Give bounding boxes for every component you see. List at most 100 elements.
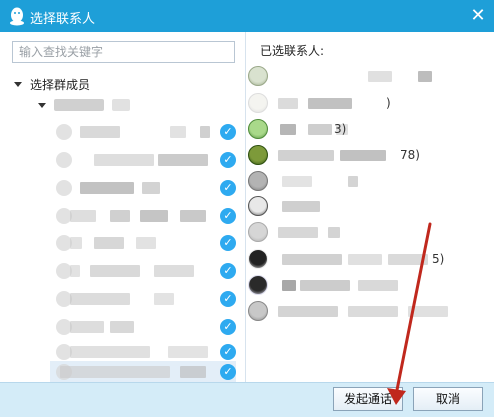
title-bar: 选择联系人 ✕ bbox=[0, 0, 494, 32]
member-name-blurred bbox=[94, 237, 124, 249]
contact-name-blurred bbox=[280, 124, 296, 135]
search-input[interactable] bbox=[12, 41, 235, 63]
close-icon[interactable]: ✕ bbox=[466, 4, 490, 28]
member-row[interactable]: ✓ bbox=[50, 205, 236, 227]
selected-contact[interactable]: 5) bbox=[248, 248, 468, 270]
cancel-button[interactable]: 取消 bbox=[413, 387, 483, 411]
contact-name-blurred bbox=[368, 71, 392, 82]
window-title: 选择联系人 bbox=[30, 12, 96, 27]
contact-avatar-icon bbox=[248, 171, 268, 191]
selected-contact[interactable] bbox=[248, 274, 468, 296]
member-name-blurred bbox=[200, 126, 210, 138]
contact-avatar-icon bbox=[248, 119, 268, 139]
group-label: 选择群成员 bbox=[30, 77, 91, 92]
avatar bbox=[56, 124, 72, 140]
member-row[interactable]: ✓ bbox=[50, 177, 236, 199]
member-row[interactable]: ✓ bbox=[50, 260, 236, 282]
contact-avatar-icon bbox=[248, 93, 268, 113]
contact-name-blurred bbox=[282, 254, 342, 265]
member-name-blurred bbox=[170, 126, 186, 138]
member-name-blurred bbox=[180, 210, 206, 222]
selected-contact[interactable]: 3) bbox=[248, 118, 468, 140]
checkmark-icon[interactable]: ✓ bbox=[220, 364, 236, 380]
contact-suffix: 5) bbox=[432, 252, 445, 266]
contact-name-blurred bbox=[282, 280, 296, 291]
selected-contact[interactable]: 78) bbox=[248, 144, 468, 166]
contact-name-blurred bbox=[328, 227, 340, 238]
contact-avatar-icon bbox=[248, 196, 268, 216]
sub-group-header[interactable] bbox=[38, 97, 130, 113]
member-name-blurred bbox=[60, 366, 170, 378]
selected-contact[interactable]: ) bbox=[248, 92, 468, 114]
member-name-blurred bbox=[70, 321, 104, 333]
member-name-blurred bbox=[140, 210, 168, 222]
member-row[interactable]: ✓ bbox=[50, 121, 236, 143]
member-name-blurred bbox=[70, 293, 130, 305]
contact-name-blurred bbox=[308, 124, 332, 135]
checkmark-icon[interactable]: ✓ bbox=[220, 344, 236, 360]
member-name-blurred bbox=[70, 346, 150, 358]
contact-avatar-icon bbox=[248, 249, 268, 269]
checkmark-icon[interactable]: ✓ bbox=[220, 152, 236, 168]
member-name-blurred bbox=[180, 366, 206, 378]
avatar bbox=[56, 180, 72, 196]
selected-contact[interactable] bbox=[248, 195, 468, 217]
checkmark-icon[interactable]: ✓ bbox=[220, 235, 236, 251]
start-call-button[interactable]: 发起通话 bbox=[333, 387, 403, 411]
contact-avatar-icon bbox=[248, 66, 268, 86]
contact-name-blurred bbox=[358, 280, 398, 291]
sub-group-name bbox=[54, 99, 104, 111]
triangle-down-icon[interactable] bbox=[14, 81, 22, 87]
member-name-blurred bbox=[168, 346, 208, 358]
member-name-blurred bbox=[154, 293, 174, 305]
qq-penguin-icon bbox=[10, 7, 24, 26]
member-row[interactable]: ✓ bbox=[50, 341, 236, 363]
avatar bbox=[56, 152, 72, 168]
member-name-blurred bbox=[142, 182, 160, 194]
contact-name-blurred bbox=[418, 71, 432, 82]
member-row[interactable]: ✓ bbox=[50, 316, 236, 338]
selected-contacts-title: 已选联系人: bbox=[260, 44, 325, 58]
contact-name-blurred bbox=[278, 150, 334, 161]
contact-name-blurred bbox=[308, 98, 352, 109]
checkmark-icon[interactable]: ✓ bbox=[220, 180, 236, 196]
selected-contact[interactable] bbox=[248, 300, 468, 322]
member-name-blurred bbox=[110, 321, 134, 333]
contact-avatar-icon bbox=[248, 222, 268, 242]
selected-contact[interactable] bbox=[248, 170, 468, 192]
contact-name-blurred bbox=[348, 306, 398, 317]
contact-name-blurred bbox=[278, 98, 298, 109]
member-row[interactable]: ✓ bbox=[50, 288, 236, 310]
contact-name-blurred bbox=[348, 176, 358, 187]
member-name-blurred bbox=[70, 210, 96, 222]
selected-contact[interactable] bbox=[248, 65, 468, 87]
group-header[interactable]: 选择群成员 bbox=[14, 76, 90, 92]
member-row[interactable]: ✓ bbox=[50, 361, 236, 383]
checkmark-icon[interactable]: ✓ bbox=[220, 319, 236, 335]
contact-name-blurred bbox=[408, 306, 448, 317]
member-name-blurred bbox=[80, 126, 120, 138]
member-name-blurred bbox=[154, 265, 194, 277]
member-name-blurred bbox=[90, 265, 140, 277]
contact-avatar-icon bbox=[248, 145, 268, 165]
member-name-blurred bbox=[94, 154, 154, 166]
contact-avatar-icon bbox=[248, 275, 268, 295]
contact-suffix: ) bbox=[386, 96, 391, 110]
checkmark-icon[interactable]: ✓ bbox=[220, 263, 236, 279]
contact-name-blurred bbox=[340, 150, 386, 161]
contact-avatar-icon bbox=[248, 301, 268, 321]
contact-name-blurred bbox=[282, 176, 312, 187]
contact-name-blurred bbox=[348, 254, 382, 265]
checkmark-icon[interactable]: ✓ bbox=[220, 291, 236, 307]
member-row[interactable]: ✓ bbox=[50, 232, 236, 254]
member-name-blurred bbox=[80, 182, 134, 194]
member-name-blurred bbox=[70, 265, 80, 277]
member-row[interactable]: ✓ bbox=[50, 149, 236, 171]
member-name-blurred bbox=[70, 237, 82, 249]
checkmark-icon[interactable]: ✓ bbox=[220, 208, 236, 224]
selected-contact[interactable] bbox=[248, 221, 468, 243]
member-name-blurred bbox=[110, 210, 130, 222]
contact-name-blurred bbox=[282, 201, 320, 212]
triangle-down-icon[interactable] bbox=[38, 102, 46, 108]
checkmark-icon[interactable]: ✓ bbox=[220, 124, 236, 140]
